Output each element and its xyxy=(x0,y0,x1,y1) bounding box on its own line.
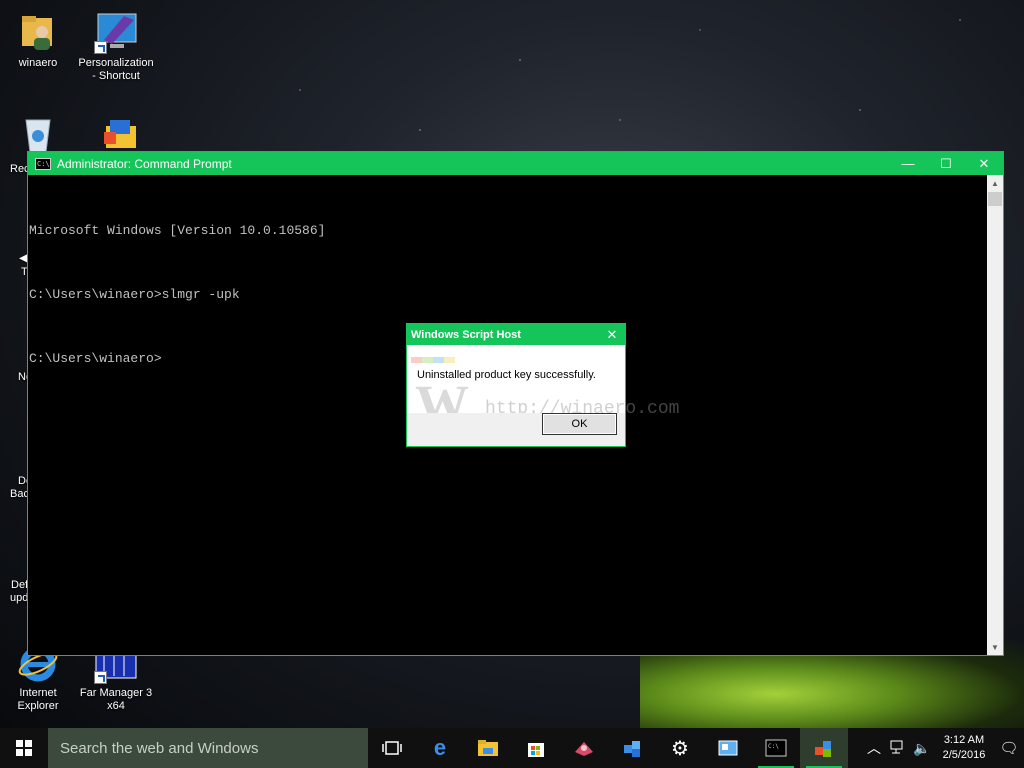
cmd-titlebar[interactable]: C:\ Administrator: Command Prompt — ☐ ✕ xyxy=(28,152,1003,175)
vertical-scrollbar[interactable]: ▲ ▼ xyxy=(987,175,1003,655)
desktop-icon-label: Far Manager 3 x64 xyxy=(79,687,153,712)
desktop-icon-winaero[interactable]: winaero xyxy=(0,10,76,70)
volume-icon[interactable]: 🔈 xyxy=(910,740,934,757)
scroll-thumb[interactable] xyxy=(988,192,1002,206)
watermark-flag xyxy=(411,357,455,363)
minimize-button[interactable]: — xyxy=(889,152,927,175)
settings-icon[interactable]: ⚙ xyxy=(656,728,704,768)
task-view-icon[interactable] xyxy=(368,728,416,768)
console-line: Microsoft Windows [Version 10.0.10586] xyxy=(29,223,326,238)
windows-logo-icon xyxy=(16,740,32,756)
network-icon[interactable] xyxy=(886,740,910,757)
search-box[interactable]: Search the web and Windows xyxy=(48,728,368,768)
desktop-icon-personalization[interactable]: Personalization - Shortcut xyxy=(78,10,154,83)
partial-label: Def xyxy=(11,579,29,591)
dialog-title: Windows Script Host xyxy=(411,328,521,341)
clock-time: 3:12 AM xyxy=(943,734,985,746)
store-icon[interactable] xyxy=(512,728,560,768)
app2-icon[interactable] xyxy=(608,728,656,768)
desktop-icon-label: winaero xyxy=(18,57,58,69)
file-explorer-icon[interactable] xyxy=(464,728,512,768)
action-center-icon[interactable]: 🗨 xyxy=(994,739,1024,757)
console-line: C:\Users\winaero>slmgr -upk xyxy=(29,287,240,302)
clock[interactable]: 3:12 AM 2/5/2016 xyxy=(934,733,994,763)
desktop-icon-label: Internet Explorer xyxy=(17,687,59,712)
cmd-app-icon: C:\ xyxy=(35,157,51,170)
close-button[interactable]: ✕ xyxy=(965,152,1003,175)
dialog-body: W http://winaero.com Uninstalled product… xyxy=(407,345,679,434)
app3-icon[interactable] xyxy=(704,728,752,768)
cmd-window-title: Administrator: Command Prompt xyxy=(57,156,232,171)
start-button[interactable] xyxy=(0,728,48,768)
windows-app-icon xyxy=(96,112,140,156)
maximize-button[interactable]: ☐ xyxy=(927,152,965,175)
clock-date: 2/5/2016 xyxy=(942,749,986,761)
personalization-icon xyxy=(94,10,138,54)
svg-text:C:\: C:\ xyxy=(768,743,779,750)
app4-icon[interactable] xyxy=(800,728,848,768)
scroll-up-arrow-icon[interactable]: ▲ xyxy=(987,175,1003,191)
shortcut-arrow-icon xyxy=(94,671,107,684)
app1-icon[interactable] xyxy=(560,728,608,768)
taskbar: Search the web and Windows e ⚙ C:\ ︿ 🔈 3… xyxy=(0,728,1024,768)
desktop-icon-label: Personalization - Shortcut xyxy=(78,57,154,82)
dialog-message: Uninstalled product key successfully. xyxy=(417,369,596,381)
dialog-close-button[interactable]: ✕ xyxy=(599,324,625,345)
system-tray: ︿ 🔈 3:12 AM 2/5/2016 🗨 xyxy=(862,728,1024,768)
dialog-footer: OK xyxy=(407,413,625,446)
dialog-titlebar[interactable]: Windows Script Host ✕ xyxy=(407,324,625,345)
edge-icon[interactable]: e xyxy=(416,728,464,768)
windows-script-host-dialog[interactable]: Windows Script Host ✕ W http://winaero.c… xyxy=(406,323,679,447)
show-hidden-icons-chevron-icon[interactable]: ︿ xyxy=(862,738,886,758)
ok-button[interactable]: OK xyxy=(542,413,617,435)
shortcut-arrow-icon xyxy=(94,41,107,54)
cmd-taskbar-icon[interactable]: C:\ xyxy=(752,728,800,768)
scroll-down-arrow-icon[interactable]: ▼ xyxy=(987,639,1003,655)
partial-label: upd xyxy=(10,592,29,604)
recycle-bin-icon xyxy=(16,112,60,156)
user-folder-icon xyxy=(16,10,60,54)
